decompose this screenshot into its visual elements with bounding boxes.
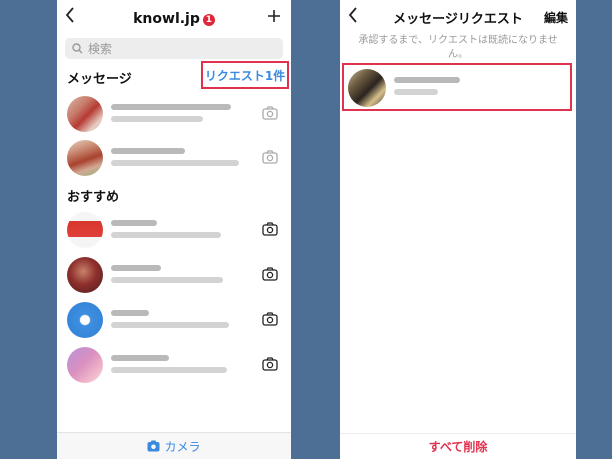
suggested-account-row[interactable] (65, 253, 283, 297)
avatar (67, 302, 103, 338)
edit-button[interactable]: 編集 (544, 9, 568, 26)
blurred-username (111, 220, 157, 226)
search-icon (72, 43, 83, 54)
camera-icon[interactable] (261, 355, 279, 373)
account-title[interactable]: knowl.jp 1 (133, 8, 215, 27)
message-thread-row[interactable] (65, 92, 283, 136)
message-request-row[interactable] (342, 63, 572, 111)
suggested-account-row[interactable] (65, 208, 283, 252)
camera-icon (147, 440, 160, 452)
search-input[interactable]: 検索 (65, 38, 283, 59)
blurred-preview (394, 89, 438, 95)
new-message-plus-icon[interactable] (267, 5, 281, 27)
avatar (348, 69, 386, 107)
blurred-subtitle (111, 232, 221, 238)
camera-icon[interactable] (261, 310, 279, 328)
messages-section-title: メッセージ (67, 72, 132, 87)
back-icon[interactable] (65, 7, 75, 23)
blurred-username (394, 77, 460, 83)
avatar (67, 96, 103, 132)
avatar (67, 347, 103, 383)
avatar (67, 212, 103, 248)
camera-icon[interactable] (261, 265, 279, 283)
blurred-subtitle (111, 277, 223, 283)
blurred-username (111, 355, 169, 361)
suggested-account-row[interactable] (65, 298, 283, 342)
blurred-subtitle (111, 322, 229, 328)
blurred-preview (111, 160, 239, 166)
requests-note: 承認するまで、リクエストは既読になりません。 (358, 35, 558, 60)
avatar (67, 257, 103, 293)
inbox-screen: knowl.jp 1 検索 メッセージ リクエスト1件 おすすめ カメラ (57, 0, 291, 459)
account-name: knowl.jp (133, 10, 200, 27)
message-requests-screen: メッセージリクエスト 編集 承認するまで、リクエストは既読になりません。 すべて… (340, 0, 576, 459)
blurred-subtitle (111, 367, 227, 373)
delete-all-button[interactable]: すべて削除 (340, 433, 576, 459)
message-thread-row[interactable] (65, 136, 283, 180)
blurred-username (111, 310, 149, 316)
inbox-header: knowl.jp 1 (57, 0, 291, 34)
avatar (67, 140, 103, 176)
page-title: メッセージリクエスト (393, 11, 523, 27)
notification-badge: 1 (202, 13, 215, 26)
back-icon[interactable] (348, 7, 358, 23)
suggested-account-row[interactable] (65, 343, 283, 387)
camera-label: カメラ (164, 439, 201, 454)
camera-button[interactable]: カメラ (57, 432, 291, 459)
blurred-username (111, 148, 185, 154)
blurred-username (111, 265, 161, 271)
camera-icon[interactable] (261, 148, 279, 166)
blurred-preview (111, 116, 203, 122)
camera-icon[interactable] (261, 104, 279, 122)
suggestions-section-title: おすすめ (67, 190, 120, 205)
search-placeholder: 検索 (88, 42, 113, 56)
camera-icon[interactable] (261, 220, 279, 238)
requests-header: メッセージリクエスト 編集 (340, 0, 576, 34)
message-requests-link[interactable]: リクエスト1件 (201, 61, 289, 89)
blurred-username (111, 104, 231, 110)
